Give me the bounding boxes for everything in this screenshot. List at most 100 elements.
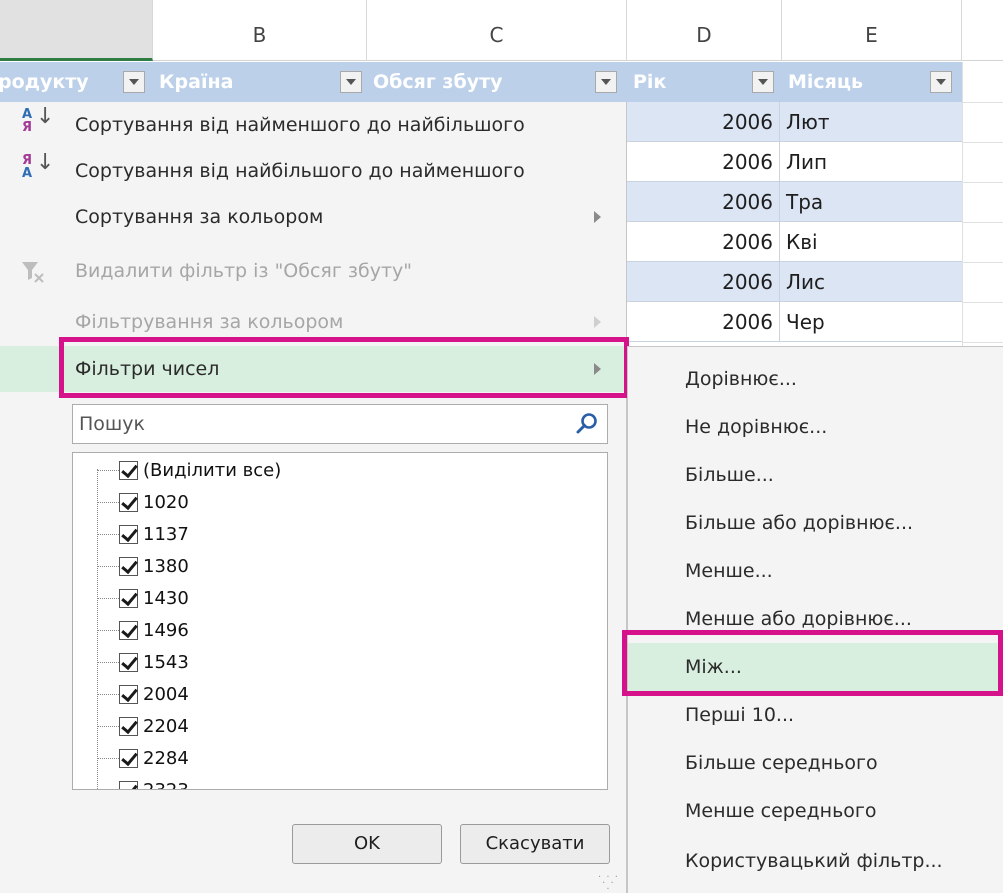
- submenu-item-less-or-equal[interactable]: Менше або дорівнює...: [628, 595, 1003, 643]
- resize-grip-icon[interactable]: . . . . . .: [598, 870, 620, 892]
- checklist-label: 1430: [143, 588, 189, 609]
- gridline: [962, 222, 1003, 223]
- checklist-item-select-all[interactable]: (Виділити все): [73, 455, 603, 487]
- table-row: 2006 Лип: [627, 142, 962, 182]
- submenu-item-below-average[interactable]: Менше середнього: [628, 787, 1003, 835]
- month-cell[interactable]: Лют: [782, 102, 830, 142]
- column-header-e[interactable]: E: [782, 0, 962, 61]
- column-header-d[interactable]: D: [627, 0, 782, 61]
- submenu-item-equals[interactable]: Дорівнює...: [628, 355, 1003, 403]
- number-filters-submenu: Дорівнює... Не дорівнює... Більше... Біл…: [627, 346, 1003, 893]
- sort-by-color-label: Сортування за кольором: [75, 206, 324, 228]
- month-cell[interactable]: Чер: [782, 302, 825, 342]
- header-sales-volume: Обсяг збуту: [373, 71, 503, 93]
- number-filters-item[interactable]: Фільтри чисел: [0, 346, 626, 392]
- submenu-arrow-icon: [594, 211, 601, 223]
- month-cell[interactable]: Лип: [782, 142, 827, 182]
- sort-by-color-item[interactable]: Сортування за кольором: [0, 194, 626, 240]
- checklist-item[interactable]: 2323: [73, 775, 603, 789]
- table-row: 2006 Кві: [627, 222, 962, 262]
- checklist-label: 1496: [143, 620, 189, 641]
- checkbox-checked[interactable]: [119, 589, 138, 608]
- search-input[interactable]: [73, 405, 563, 443]
- sort-ascending-label: Сортування від найменшого до найбільшого: [75, 114, 525, 136]
- table-header-row: родукту Країна Обсяг збуту Рік Місяць: [0, 62, 962, 102]
- gridline: [962, 302, 1003, 303]
- submenu-item-custom-filter[interactable]: Користувацький фільтр...: [628, 837, 1003, 885]
- year-cell[interactable]: 2006: [627, 102, 780, 142]
- header-product: родукту: [0, 71, 89, 93]
- checklist-label: 1137: [143, 524, 189, 545]
- tree-connector: [97, 598, 119, 599]
- product-filter-dropdown[interactable]: [123, 71, 145, 93]
- cancel-button[interactable]: Скасувати: [460, 824, 610, 864]
- sales-volume-filter-dropdown[interactable]: [595, 71, 617, 93]
- checklist-item[interactable]: 1137: [73, 519, 603, 551]
- submenu-item-less[interactable]: Менше...: [628, 547, 1003, 595]
- submenu-item-label: Користувацький фільтр...: [685, 850, 943, 872]
- sort-ascending-item[interactable]: А Я ↓ Сортування від найменшого до найбіль…: [0, 102, 626, 148]
- year-cell[interactable]: 2006: [627, 262, 780, 302]
- country-filter-dropdown[interactable]: [340, 71, 362, 93]
- checkbox-checked[interactable]: [119, 525, 138, 544]
- checklist-item[interactable]: 2004: [73, 679, 603, 711]
- checkbox-checked[interactable]: [119, 621, 138, 640]
- month-cell[interactable]: Тра: [782, 182, 823, 222]
- search-field[interactable]: [72, 404, 608, 444]
- table-row: 2006 Лют: [627, 102, 962, 142]
- checklist-item[interactable]: 2284: [73, 743, 603, 775]
- checklist-item[interactable]: 1430: [73, 583, 603, 615]
- ok-button[interactable]: OK: [292, 824, 442, 864]
- checklist-item[interactable]: 1543: [73, 647, 603, 679]
- column-header-c[interactable]: C: [367, 0, 627, 61]
- column-header-a[interactable]: [0, 0, 153, 61]
- checkbox-checked[interactable]: [119, 749, 138, 768]
- checklist-item[interactable]: 1020: [73, 487, 603, 519]
- header-year: Рік: [633, 71, 667, 93]
- submenu-item-top-10[interactable]: Перші 10...: [628, 691, 1003, 739]
- submenu-item-label: Менше середнього: [685, 800, 877, 822]
- sort-descending-label: Сортування від найбільшого до найменшого: [75, 160, 525, 182]
- tree-connector: [97, 630, 119, 631]
- year-filter-dropdown[interactable]: [752, 71, 774, 93]
- checkbox-checked[interactable]: [119, 781, 138, 789]
- sort-descending-item[interactable]: Я А ↓ Сортування від найбільшого до наймен…: [0, 148, 626, 194]
- sort-descending-icon: Я А ↓: [22, 150, 55, 181]
- checkbox-checked[interactable]: [119, 717, 138, 736]
- submenu-item-greater-or-equal[interactable]: Більше або дорівнює...: [628, 499, 1003, 547]
- clear-filter-icon: [22, 262, 44, 283]
- year-cell[interactable]: 2006: [627, 182, 780, 222]
- gridline: [962, 342, 1003, 343]
- checklist-label: 2284: [143, 748, 189, 769]
- checklist-item[interactable]: 1380: [73, 551, 603, 583]
- gridline: [962, 142, 1003, 143]
- checkbox-checked[interactable]: [119, 493, 138, 512]
- year-cell[interactable]: 2006: [627, 142, 780, 182]
- checkbox-checked[interactable]: [119, 653, 138, 672]
- submenu-item-not-equals[interactable]: Не дорівнює...: [628, 403, 1003, 451]
- filter-by-color-label: Фільтрування за кольором: [75, 311, 344, 333]
- month-cell[interactable]: Кві: [782, 222, 818, 262]
- checklist-label: 1020: [143, 492, 189, 513]
- checkbox-checked[interactable]: [119, 685, 138, 704]
- year-cell[interactable]: 2006: [627, 222, 780, 262]
- checklist-item[interactable]: 2204: [73, 711, 603, 743]
- value-checklist[interactable]: (Виділити все) 1020 1137 1380 1430 1496 …: [72, 452, 608, 790]
- clear-filter-item: Видалити фільтр із "Обсяг збуту": [0, 248, 626, 294]
- month-cell[interactable]: Лис: [782, 262, 825, 302]
- submenu-item-above-average[interactable]: Більше середнього: [628, 739, 1003, 787]
- submenu-arrow-icon: [594, 363, 601, 375]
- year-cell[interactable]: 2006: [627, 302, 780, 342]
- checkbox-checked[interactable]: [119, 461, 138, 480]
- submenu-item-label: Більше середнього: [685, 752, 878, 774]
- column-header-b[interactable]: B: [153, 0, 367, 61]
- checklist-label: 2204: [143, 716, 189, 737]
- table-row: 2006 Лис: [627, 262, 962, 302]
- checklist-item[interactable]: 1496: [73, 615, 603, 647]
- tree-connector: [97, 694, 119, 695]
- month-filter-dropdown[interactable]: [930, 71, 952, 93]
- submenu-item-greater[interactable]: Більше...: [628, 451, 1003, 499]
- submenu-item-between[interactable]: Між...: [628, 643, 1003, 691]
- checklist-label: 1380: [143, 556, 189, 577]
- checkbox-checked[interactable]: [119, 557, 138, 576]
